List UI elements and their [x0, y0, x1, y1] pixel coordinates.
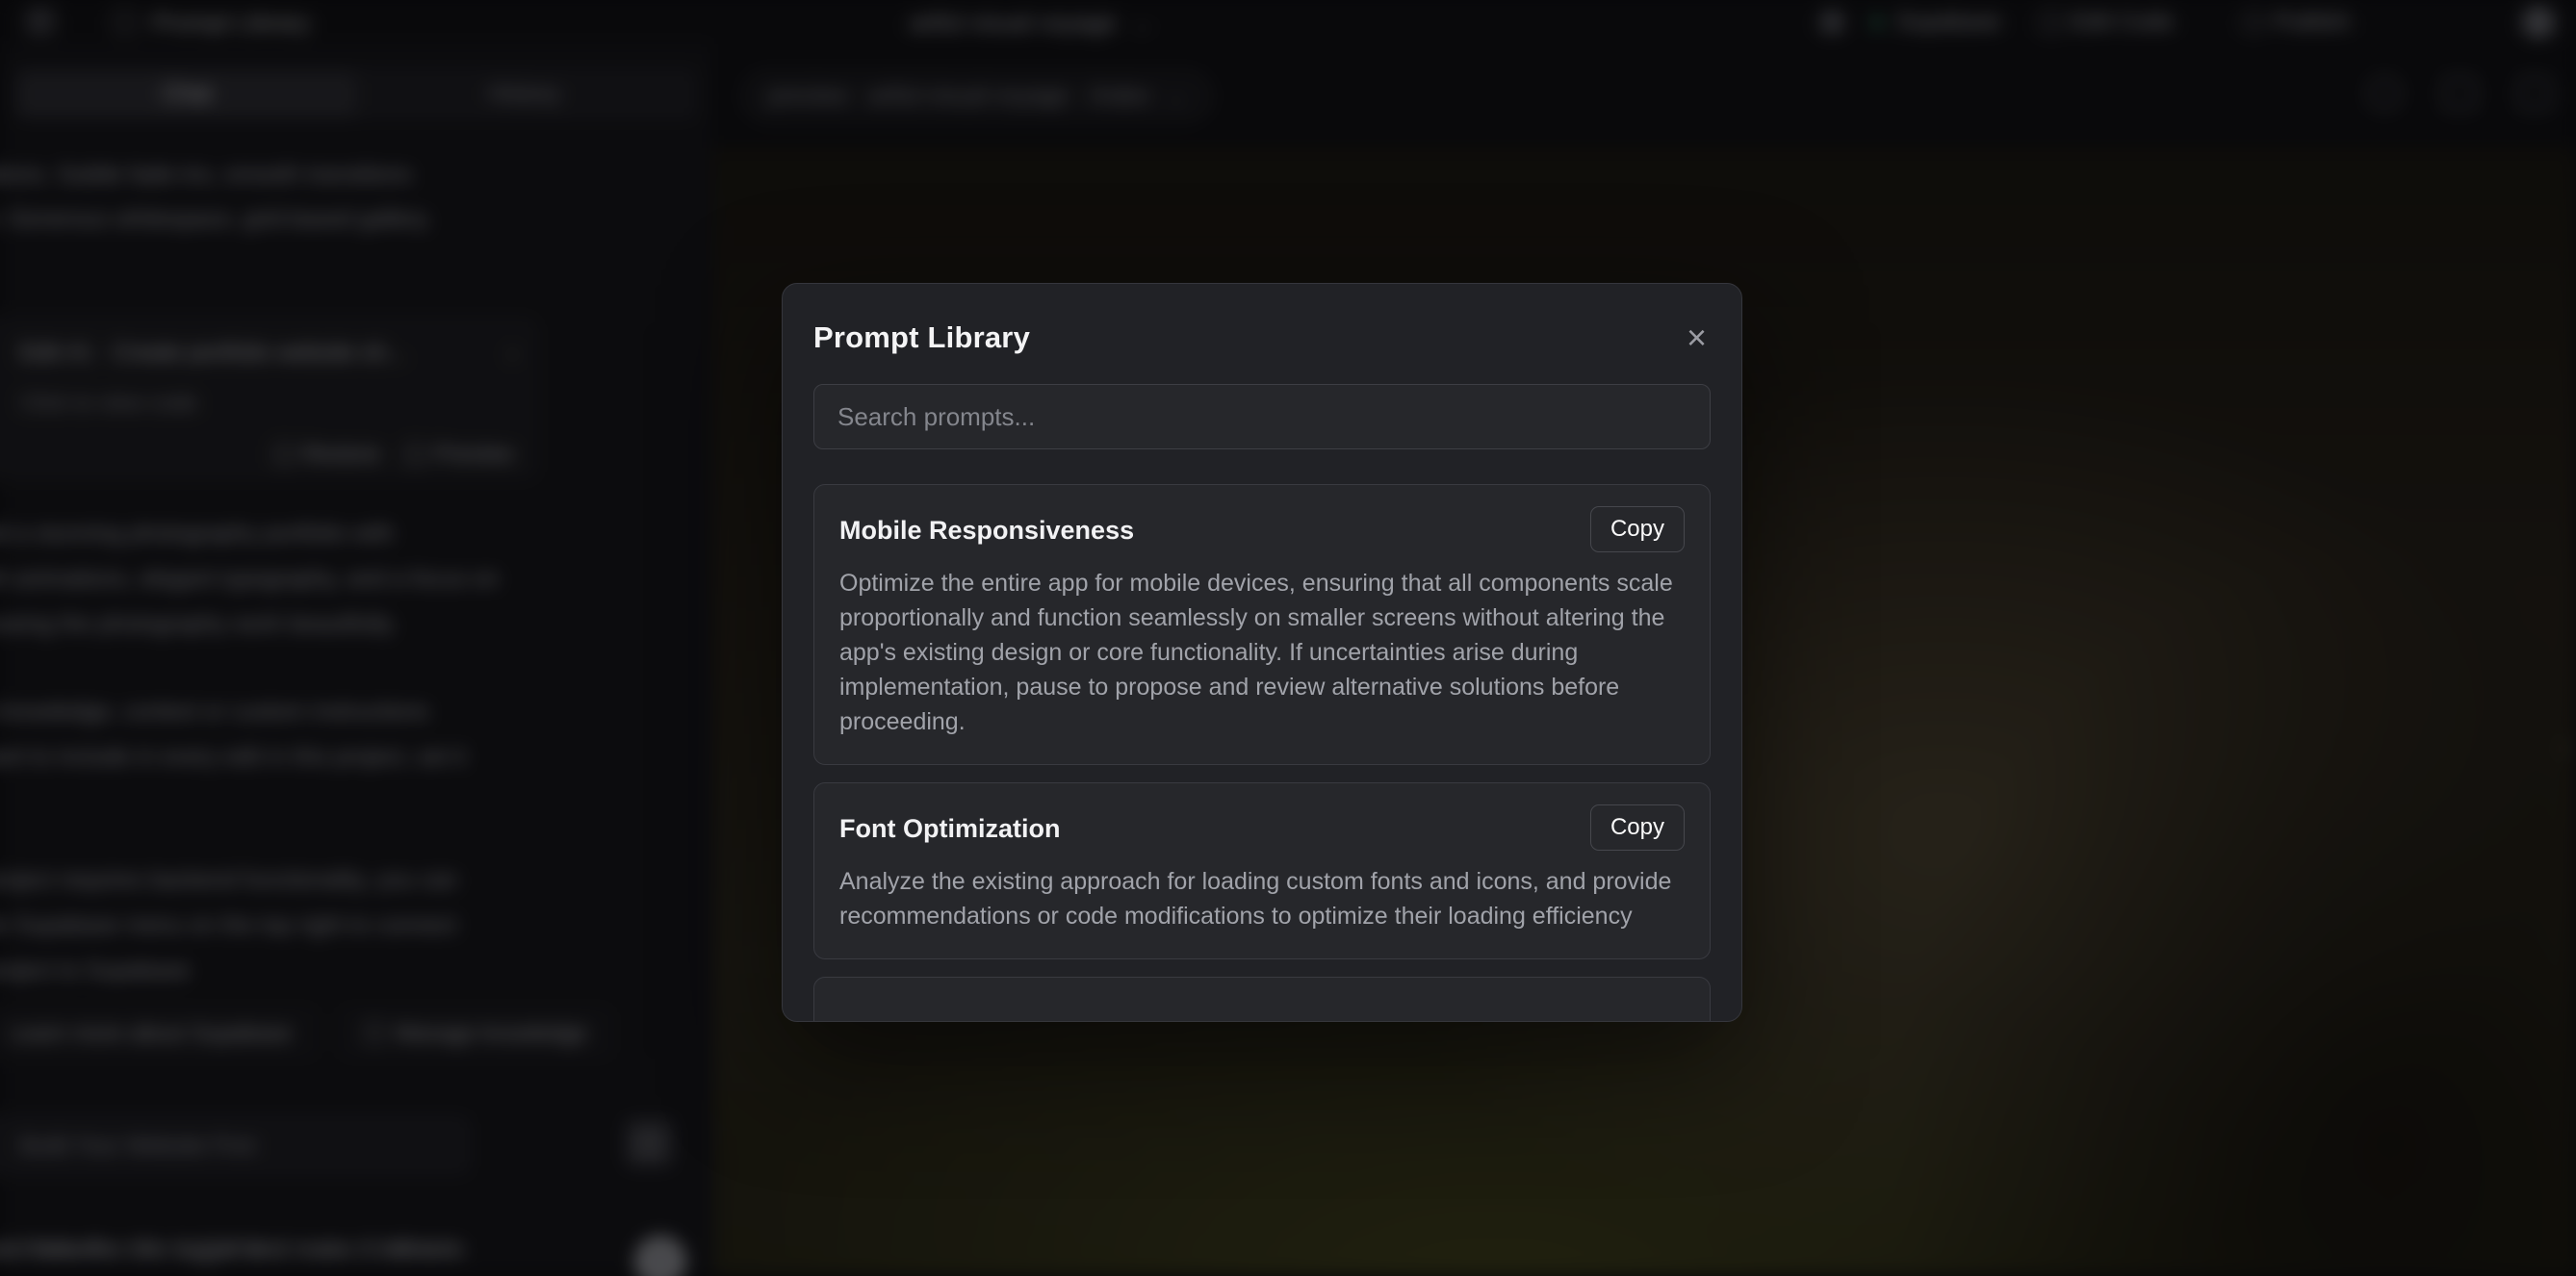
modal-header: Prompt Library × — [813, 317, 1711, 359]
prompt-card-partial — [813, 977, 1711, 1022]
prompt-card: Mobile Responsiveness Copy Optimize the … — [813, 484, 1711, 765]
copy-button[interactable]: Copy — [1590, 804, 1685, 851]
prompt-body: Analyze the existing approach for loadin… — [839, 864, 1685, 933]
search-prompts-input[interactable] — [813, 384, 1711, 449]
prompt-body: Optimize the entire app for mobile devic… — [839, 566, 1685, 739]
prompt-card-header: Font Optimization Copy — [839, 804, 1685, 851]
modal-title: Prompt Library — [813, 320, 1030, 355]
prompt-title: Font Optimization — [839, 804, 1060, 844]
prompt-card-header: Mobile Responsiveness Copy — [839, 506, 1685, 552]
prompt-library-modal: Prompt Library × Mobile Responsiveness C… — [782, 283, 1742, 1022]
prompt-list[interactable]: Mobile Responsiveness Copy Optimize the … — [813, 484, 1711, 1022]
prompt-title: Mobile Responsiveness — [839, 506, 1134, 546]
copy-button[interactable]: Copy — [1590, 506, 1685, 552]
close-icon[interactable]: × — [1683, 320, 1711, 355]
prompt-card: Font Optimization Copy Analyze the exist… — [813, 782, 1711, 959]
